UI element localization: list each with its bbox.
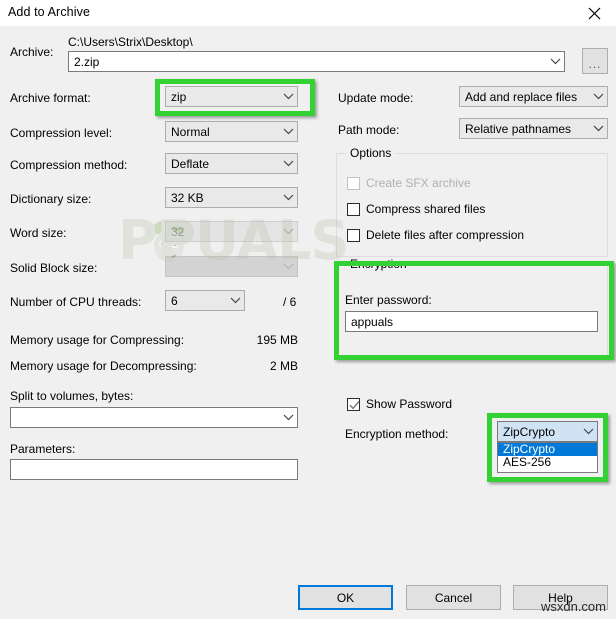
solid-block-size-combo: [165, 256, 298, 277]
dictionary-size-combo[interactable]: 32 KB: [165, 187, 298, 208]
memory-decompressing-value: 2 MB: [269, 359, 298, 373]
dictionary-size-label: Dictionary size:: [10, 192, 92, 206]
chevron-down-icon[interactable]: [227, 297, 244, 304]
compression-method-value: Deflate: [171, 156, 210, 171]
checkbox-box: [347, 176, 360, 190]
add-to-archive-dialog: Add to Archive Archive: C:\Users\Strix\D…: [0, 0, 616, 619]
archive-format-combo[interactable]: zip: [165, 86, 298, 107]
help-button[interactable]: Help: [513, 585, 608, 610]
cancel-button[interactable]: Cancel: [406, 585, 501, 610]
chevron-down-icon[interactable]: [280, 128, 297, 135]
chevron-down-icon[interactable]: [547, 58, 564, 65]
update-mode-value: Add and replace files: [465, 89, 578, 104]
chevron-down-icon: [280, 263, 297, 270]
encryption-method-value: ZipCrypto: [503, 424, 556, 439]
checkbox-box[interactable]: [347, 228, 360, 242]
archive-format-label: Archive format:: [10, 91, 91, 105]
window-title: Add to Archive: [8, 5, 91, 19]
compression-level-combo[interactable]: Normal: [165, 121, 298, 142]
compress-shared-files-label: Compress shared files: [366, 202, 486, 216]
word-size-combo: 32: [165, 221, 298, 242]
path-mode-value: Relative pathnames: [465, 121, 572, 136]
memory-compressing-label: Memory usage for Compressing:: [10, 333, 185, 347]
chevron-down-icon[interactable]: [280, 194, 297, 201]
update-mode-label: Update mode:: [338, 91, 414, 105]
browse-button[interactable]: ...: [582, 48, 608, 74]
split-to-volumes-label: Split to volumes, bytes:: [10, 389, 134, 403]
compress-shared-files-checkbox[interactable]: Compress shared files: [347, 202, 485, 216]
title-bar: Add to Archive: [0, 0, 616, 26]
encryption-group-title: Encryption: [346, 257, 411, 271]
chevron-down-icon[interactable]: [280, 93, 297, 100]
word-size-label: Word size:: [10, 226, 67, 240]
path-mode-combo[interactable]: Relative pathnames: [459, 118, 608, 139]
close-icon[interactable]: [572, 0, 616, 26]
path-mode-label: Path mode:: [338, 123, 400, 137]
word-size-value: 32: [171, 224, 185, 239]
encryption-method-dropdown-list[interactable]: ZipCrypto AES-256: [497, 442, 598, 473]
memory-decompressing-label: Memory usage for Decompressing:: [10, 359, 197, 373]
encryption-method-combo[interactable]: ZipCrypto: [497, 421, 598, 442]
ok-button[interactable]: OK: [298, 585, 393, 610]
enter-password-label: Enter password:: [345, 293, 432, 307]
chevron-down-icon[interactable]: [590, 125, 607, 132]
delete-files-after-compression-checkbox[interactable]: Delete files after compression: [347, 228, 524, 242]
chevron-down-icon[interactable]: [580, 428, 597, 435]
cpu-threads-value: 6: [171, 293, 178, 308]
cpu-threads-label: Number of CPU threads:: [10, 295, 142, 309]
create-sfx-archive-checkbox: Create SFX archive: [347, 176, 471, 190]
archive-path-text: C:\Users\Strix\Desktop\: [68, 35, 193, 49]
compression-method-label: Compression method:: [10, 158, 128, 172]
compression-level-value: Normal: [171, 124, 210, 139]
parameters-input[interactable]: [10, 459, 298, 480]
compression-level-label: Compression level:: [10, 126, 113, 140]
compression-method-combo[interactable]: Deflate: [165, 153, 298, 174]
show-password-label: Show Password: [366, 397, 453, 411]
password-input[interactable]: appuals: [345, 311, 598, 332]
parameters-label: Parameters:: [10, 442, 76, 456]
chevron-down-icon: [280, 228, 297, 235]
dictionary-size-value: 32 KB: [171, 190, 204, 205]
show-password-checkbox[interactable]: Show Password: [347, 397, 452, 411]
archive-label: Archive:: [10, 45, 54, 59]
delete-files-after-compression-label: Delete files after compression: [366, 228, 525, 242]
archive-format-value: zip: [171, 89, 187, 104]
checkbox-box[interactable]: [347, 397, 360, 411]
memory-compressing-value: 195 MB: [256, 333, 298, 347]
options-group-title: Options: [346, 146, 396, 160]
archive-name-value: 2.zip: [74, 54, 100, 69]
chevron-down-icon[interactable]: [280, 160, 297, 167]
encryption-method-label: Encryption method:: [345, 427, 449, 441]
checkbox-box[interactable]: [347, 202, 360, 216]
archive-name-combo[interactable]: 2.zip: [68, 51, 565, 72]
update-mode-combo[interactable]: Add and replace files: [459, 86, 608, 107]
encryption-method-option-aes256[interactable]: AES-256: [498, 456, 597, 469]
create-sfx-archive-label: Create SFX archive: [366, 176, 471, 190]
chevron-down-icon[interactable]: [590, 93, 607, 100]
password-value: appuals: [351, 314, 394, 329]
cpu-threads-combo[interactable]: 6: [165, 290, 245, 311]
chevron-down-icon[interactable]: [280, 414, 297, 421]
split-to-volumes-combo[interactable]: [10, 407, 298, 428]
cpu-threads-max: / 6: [283, 295, 297, 309]
solid-block-size-label: Solid Block size:: [10, 261, 98, 275]
